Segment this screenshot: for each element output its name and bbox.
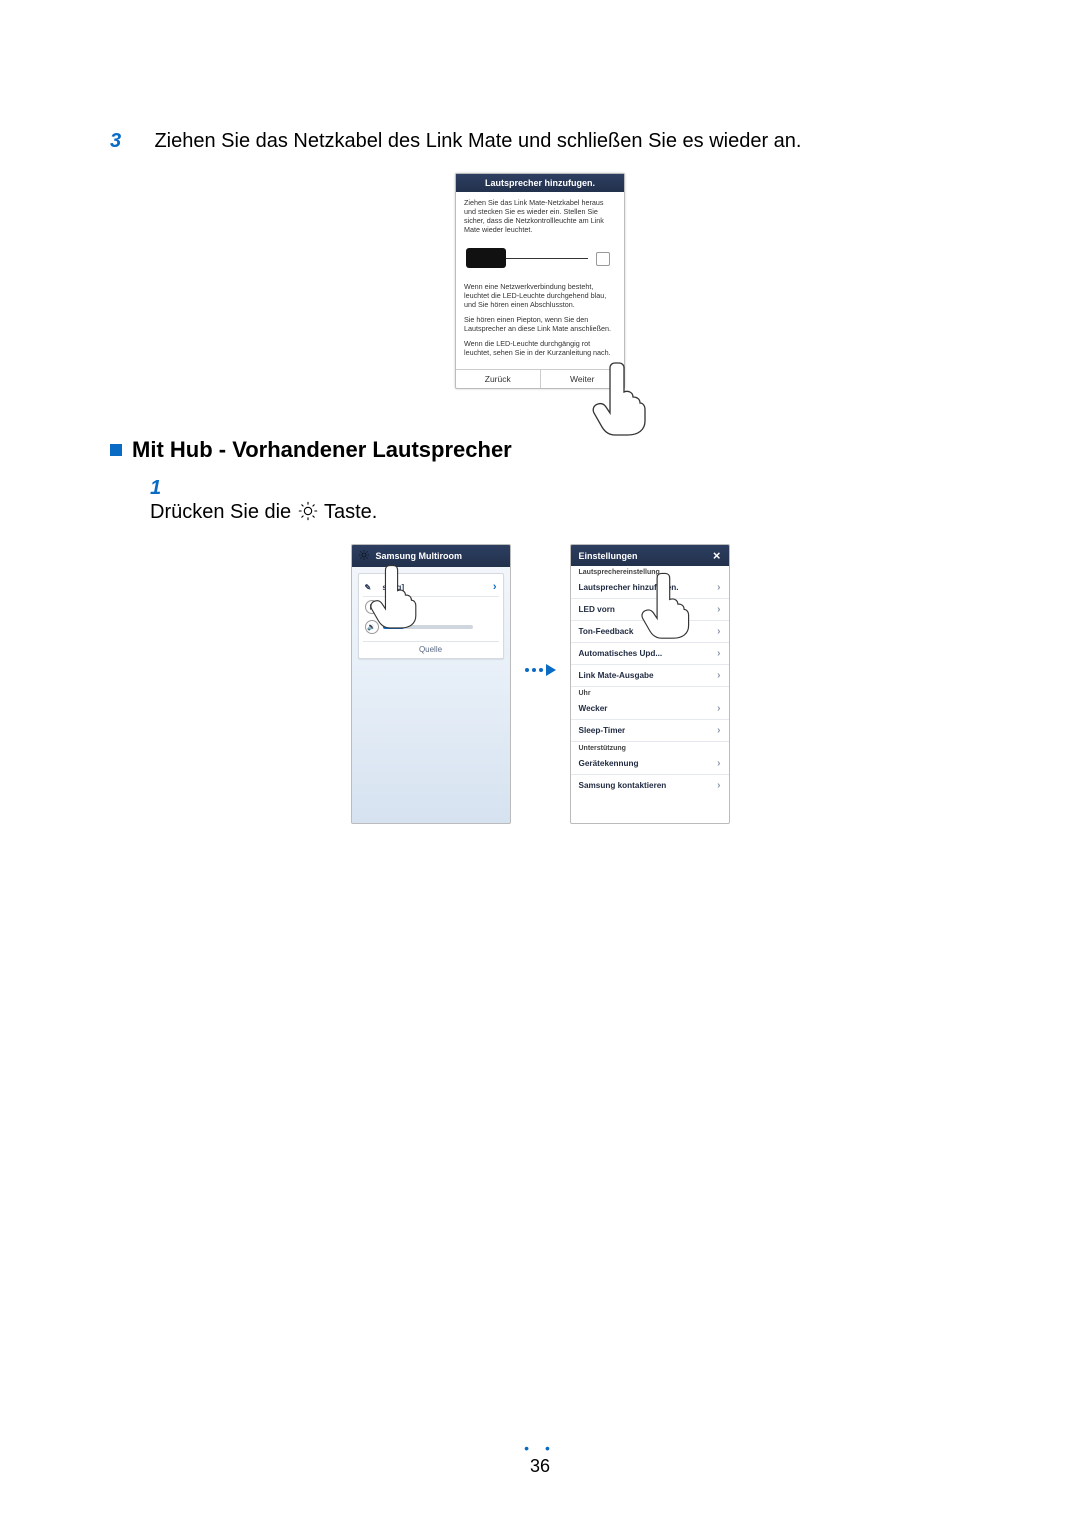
- settings-title: Einstellungen: [579, 551, 638, 561]
- section-bullet-icon: [110, 444, 122, 456]
- step-1-text: Drücken Sie die Taste.: [150, 500, 930, 524]
- device-illustration: [464, 240, 616, 274]
- settings-item-sleep[interactable]: Sleep-Timer›: [571, 720, 729, 742]
- dialog-para-2: Wenn eine Netzwerkverbindung besteht, le…: [464, 282, 616, 309]
- settings-screen: Einstellungen × Lautsprechereinstellung …: [570, 544, 730, 824]
- close-icon[interactable]: ×: [713, 549, 721, 562]
- arrow-icon: [525, 544, 556, 676]
- screen-title: Samsung Multiroom: [376, 551, 463, 561]
- page-number: 36: [530, 1456, 550, 1476]
- dialog-para-4: Wenn die LED-Leuchte durchgängig rot leu…: [464, 339, 616, 357]
- settings-item-contact[interactable]: Samsung kontaktieren›: [571, 775, 729, 796]
- music-row[interactable]: usik: [363, 597, 499, 617]
- chevron-right-icon: ›: [493, 581, 497, 593]
- gear-icon: [297, 500, 319, 522]
- chevron-right-icon: ›: [717, 648, 720, 659]
- gear-icon[interactable]: [358, 549, 370, 563]
- step-3: 3 Ziehen Sie das Netzkabel des Link Mate…: [110, 130, 970, 153]
- section-title: Mit Hub - Vorhandener Lautsprecher: [132, 437, 512, 463]
- page-footer: • • 36: [524, 1440, 556, 1477]
- page-dots-icon: • •: [524, 1440, 556, 1456]
- settings-group-3: Unterstützung: [571, 742, 729, 753]
- back-button[interactable]: Zurück: [456, 370, 541, 388]
- step-1: 1 Drücken Sie die Taste.: [110, 477, 970, 524]
- chevron-right-icon: ›: [717, 670, 720, 681]
- source-label[interactable]: Quelle: [363, 641, 499, 654]
- settings-item-linkmate[interactable]: Link Mate-Ausgabe›: [571, 665, 729, 687]
- chevron-right-icon: ›: [717, 758, 720, 769]
- volume-icon: 🔉: [365, 620, 379, 634]
- settings-item-led[interactable]: LED vorn›: [571, 599, 729, 621]
- step-3-number: 3: [110, 130, 150, 153]
- settings-item-add-speaker[interactable]: Lautsprecher hinzufugen.›: [571, 577, 729, 599]
- dialog-para-3: Sie hören einen Piepton, wenn Sie den La…: [464, 315, 616, 333]
- chevron-right-icon: ›: [717, 582, 720, 593]
- screens-row: Samsung Multiroom ✎ sung] › usik 🔉 Quell…: [110, 544, 970, 824]
- settings-item-deviceid[interactable]: Gerätekennung›: [571, 753, 729, 775]
- section-heading: Mit Hub - Vorhandener Lautsprecher: [110, 437, 970, 463]
- settings-item-alarm[interactable]: Wecker›: [571, 698, 729, 720]
- multiroom-screen: Samsung Multiroom ✎ sung] › usik 🔉 Quell…: [351, 544, 511, 824]
- next-button[interactable]: Weiter: [541, 370, 625, 388]
- volume-row[interactable]: 🔉: [363, 617, 499, 637]
- play-icon: [365, 600, 379, 614]
- settings-item-autoupdate[interactable]: Automatisches Upd...›: [571, 643, 729, 665]
- chevron-right-icon: ›: [717, 604, 720, 615]
- chevron-right-icon: ›: [717, 725, 720, 736]
- volume-slider[interactable]: [383, 625, 473, 629]
- chevron-right-icon: ›: [717, 780, 720, 791]
- manual-page: 3 Ziehen Sie das Netzkabel des Link Mate…: [0, 0, 1080, 1527]
- dialog-title: Lautsprecher hinzufugen.: [456, 174, 624, 192]
- edit-icon: ✎: [365, 583, 372, 592]
- chevron-right-icon: ›: [717, 626, 720, 637]
- settings-group-2: Uhr: [571, 687, 729, 698]
- settings-item-tone[interactable]: Ton-Feedback›: [571, 621, 729, 643]
- settings-group-1: Lautsprechereinstellung: [571, 566, 729, 577]
- dialog-screenshot: Lautsprecher hinzufugen. Ziehen Sie das …: [455, 173, 625, 389]
- dialog-para-1: Ziehen Sie das Link Mate-Netzkabel herau…: [464, 198, 616, 234]
- chevron-right-icon: ›: [717, 703, 720, 714]
- step-3-text: Ziehen Sie das Netzkabel des Link Mate u…: [154, 130, 934, 153]
- speaker-row[interactable]: ✎ sung] ›: [363, 578, 499, 597]
- step-1-number: 1: [150, 477, 190, 500]
